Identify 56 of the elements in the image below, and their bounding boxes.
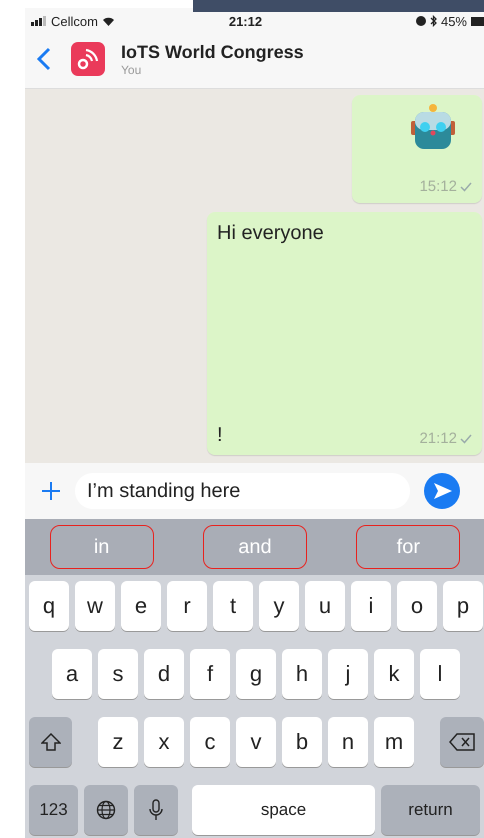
group-avatar-icon[interactable] — [71, 42, 105, 76]
key[interactable]: r — [167, 581, 207, 631]
key[interactable]: t — [213, 581, 253, 631]
key[interactable]: u — [305, 581, 345, 631]
key[interactable]: a — [52, 649, 92, 699]
key[interactable]: i — [351, 581, 391, 631]
battery-icon — [471, 16, 484, 26]
globe-icon — [96, 800, 116, 820]
key[interactable]: v — [236, 717, 276, 767]
key[interactable]: s — [98, 649, 138, 699]
wifi-icon — [102, 16, 115, 26]
message-time: 15:12 — [419, 178, 457, 195]
key[interactable]: k — [374, 649, 414, 699]
key[interactable]: d — [144, 649, 184, 699]
key[interactable]: z — [98, 717, 138, 767]
send-icon[interactable] — [424, 473, 460, 509]
shift-key[interactable] — [29, 717, 72, 767]
battery-percent: 45% — [440, 14, 467, 28]
backspace-key[interactable] — [440, 717, 484, 767]
chat-subtitle: You — [121, 62, 142, 76]
back-icon[interactable] — [37, 47, 51, 71]
microphone-icon — [149, 799, 163, 821]
shift-icon — [40, 733, 60, 751]
key[interactable]: m — [374, 717, 414, 767]
key[interactable]: b — [282, 717, 322, 767]
numbers-key[interactable]: 123 — [29, 785, 78, 835]
space-key[interactable]: space — [192, 785, 375, 835]
key[interactable]: c — [190, 717, 230, 767]
key[interactable]: f — [190, 649, 230, 699]
message-text: Hi everyone — [217, 222, 325, 245]
key[interactable]: l — [420, 649, 460, 699]
carrier-name: Cellcom — [51, 14, 98, 28]
key[interactable]: g — [236, 649, 276, 699]
key[interactable]: n — [328, 717, 368, 767]
bluetooth-icon — [430, 15, 437, 27]
message-input[interactable]: I’m standing here — [75, 473, 410, 509]
key[interactable]: x — [144, 717, 184, 767]
key[interactable]: w — [75, 581, 115, 631]
key[interactable]: p — [443, 581, 483, 631]
backspace-icon — [449, 733, 475, 751]
message-time: 21:12 — [419, 430, 457, 447]
message-text: ! — [217, 424, 223, 447]
key[interactable]: j — [328, 649, 368, 699]
key[interactable]: e — [121, 581, 161, 631]
chat-title: IoTS World Congress — [121, 42, 304, 62]
signal-icon — [31, 16, 47, 26]
status-time: 21:12 — [228, 14, 262, 28]
key[interactable]: h — [282, 649, 322, 699]
microphone-key[interactable] — [134, 785, 178, 835]
robot-icon — [408, 103, 458, 151]
key[interactable]: y — [259, 581, 299, 631]
key[interactable]: q — [29, 581, 69, 631]
key[interactable]: o — [397, 581, 437, 631]
return-key[interactable]: return — [381, 785, 480, 835]
globe-key[interactable] — [84, 785, 128, 835]
plus-icon[interactable] — [41, 481, 61, 501]
